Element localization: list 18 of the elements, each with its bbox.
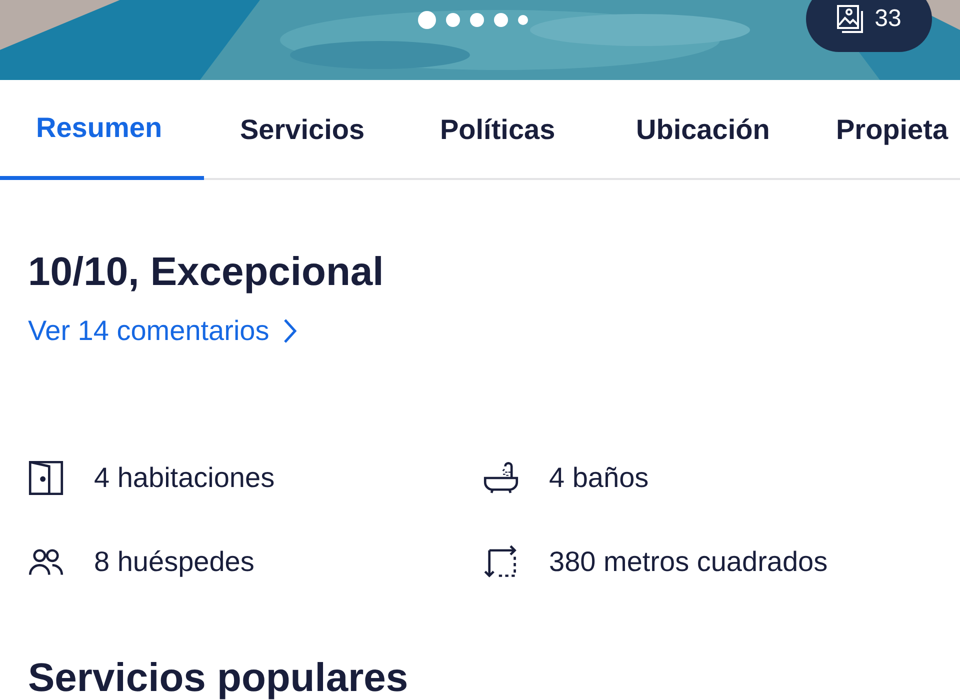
chevron-right-icon [283,318,298,344]
tab[interactable]: Políticas [404,80,600,180]
tab[interactable]: Ubicación [600,80,800,180]
reviews-link[interactable]: Ver 14 comentarios [28,310,298,352]
door-icon [28,460,64,496]
tab[interactable]: Servicios [204,80,404,180]
bathtub-icon [483,460,519,496]
area-icon [483,544,519,580]
tab[interactable]: Propieta [800,80,960,180]
feature-text: 8 huéspedes [94,545,254,579]
feature-text: 380 metros cuadrados [549,545,828,579]
section-heading: Servicios populares [28,655,410,700]
feature-text: 4 baños [549,461,649,495]
feature-text: 4 habitaciones [94,461,275,495]
photo-count-button[interactable]: 33 [806,0,932,52]
rating-title: 10/10, Excepcional [28,249,385,296]
image-icon [836,5,863,33]
tab[interactable]: Resumen [0,80,204,180]
